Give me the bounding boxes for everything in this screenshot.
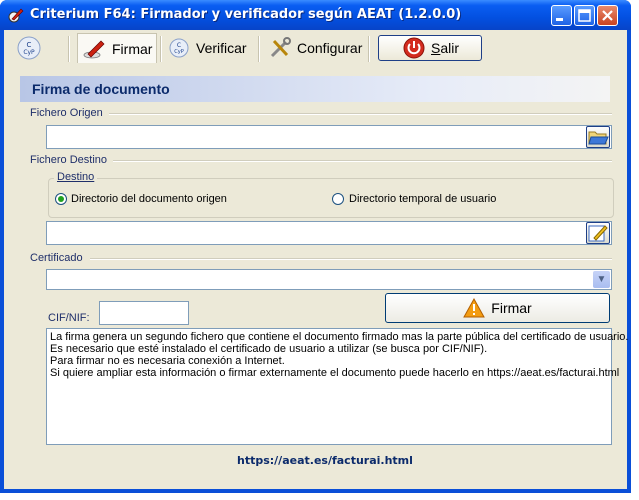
fichero-origen-input[interactable] xyxy=(46,125,612,149)
verify-icon: C CyP xyxy=(169,38,189,58)
fichero-origen-label: Fichero Origen xyxy=(30,107,109,119)
tab-verificar-label: Verificar xyxy=(196,40,247,56)
cif-input[interactable] xyxy=(99,301,189,325)
minimize-icon xyxy=(556,18,563,21)
panel-title: Firma de documento xyxy=(20,76,610,102)
title-bar[interactable]: Criterium F64: Firmador y verificador se… xyxy=(0,0,631,30)
close-icon xyxy=(602,10,613,21)
fichero-destino-label: Fichero Destino xyxy=(30,154,114,166)
info-line: Para firmar no es necesaria conexión a I… xyxy=(50,355,285,367)
salir-rest: alir xyxy=(440,40,460,56)
tab-firmar-label: Firmar xyxy=(112,40,153,57)
close-button[interactable] xyxy=(597,5,618,26)
app-pen-icon xyxy=(8,8,24,23)
tab-configurar[interactable]: Configurar xyxy=(269,33,362,63)
firmar-button-label: Firmar xyxy=(491,300,532,316)
tab-verificar[interactable]: C CyP Verificar xyxy=(168,33,247,63)
browse-origen-button[interactable] xyxy=(586,126,610,148)
power-icon xyxy=(403,37,425,59)
footer-link[interactable]: https://aeat.es/facturai.html xyxy=(237,454,413,467)
section-divider xyxy=(113,160,612,162)
tools-icon xyxy=(270,37,291,58)
toolbar-separator xyxy=(258,36,260,62)
warning-icon xyxy=(463,298,486,318)
pen-icon xyxy=(83,40,105,58)
app-window: Criterium F64: Firmador y verificador se… xyxy=(0,0,631,493)
destino-path-input[interactable] xyxy=(46,221,612,245)
toolbar-separator xyxy=(68,36,70,62)
radio-directorio-origen[interactable] xyxy=(55,193,67,205)
svg-text:CyP: CyP xyxy=(23,49,35,56)
svg-text:CyP: CyP xyxy=(174,49,183,55)
minimize-button[interactable] xyxy=(551,5,572,26)
edit-pencil-icon xyxy=(588,225,608,242)
toolbar-separator xyxy=(160,36,162,62)
info-line: Es necesario que esté instalado el certi… xyxy=(50,343,488,355)
tab-firmar[interactable]: Firmar xyxy=(77,33,157,63)
info-line: Si quiere ampliar esta información o fir… xyxy=(50,367,620,379)
radio-directorio-temporal[interactable] xyxy=(332,193,344,205)
toolbar: C CyP Firmar C CyP Verificar Configurar … xyxy=(4,30,627,68)
chevron-down-icon[interactable]: ▼ xyxy=(593,271,610,288)
cif-label: CIF/NIF: xyxy=(48,312,90,324)
salir-mnemonic: S xyxy=(431,40,441,56)
certificado-label: Certificado xyxy=(30,252,89,264)
toolbar-separator xyxy=(368,36,370,62)
cyp-logo: C CyP xyxy=(16,33,42,63)
main-panel: Firma de documento Fichero Origen Ficher… xyxy=(18,70,629,480)
certificado-select[interactable]: ▼ xyxy=(46,269,612,290)
info-line: La firma genera un segundo fichero que c… xyxy=(50,331,629,343)
maximize-icon xyxy=(578,9,591,22)
salir-button[interactable]: Salir xyxy=(378,35,482,61)
firmar-button[interactable]: Firmar xyxy=(385,293,610,323)
tab-configurar-label: Configurar xyxy=(297,40,363,56)
svg-text:C: C xyxy=(177,42,181,49)
section-divider xyxy=(90,258,612,260)
radio-directorio-origen-label: Directorio del documento origen xyxy=(71,193,227,205)
salir-label: Salir xyxy=(431,40,459,56)
open-folder-icon xyxy=(588,131,609,145)
edit-destino-button[interactable] xyxy=(586,222,610,244)
client-area: C CyP Firmar C CyP Verificar Configurar … xyxy=(4,30,629,489)
maximize-button[interactable] xyxy=(574,5,595,26)
info-text-area[interactable]: La firma genera un segundo fichero que c… xyxy=(46,328,629,445)
radio-selected-dot xyxy=(58,196,64,202)
cyp-logo-icon: C CyP xyxy=(17,36,41,60)
svg-text:C: C xyxy=(27,41,32,49)
radio-directorio-temporal-label: Directorio temporal de usuario xyxy=(349,193,497,205)
window-title: Criterium F64: Firmador y verificador se… xyxy=(30,7,462,22)
destino-group-title: Destino xyxy=(54,171,98,183)
section-divider xyxy=(108,113,612,115)
